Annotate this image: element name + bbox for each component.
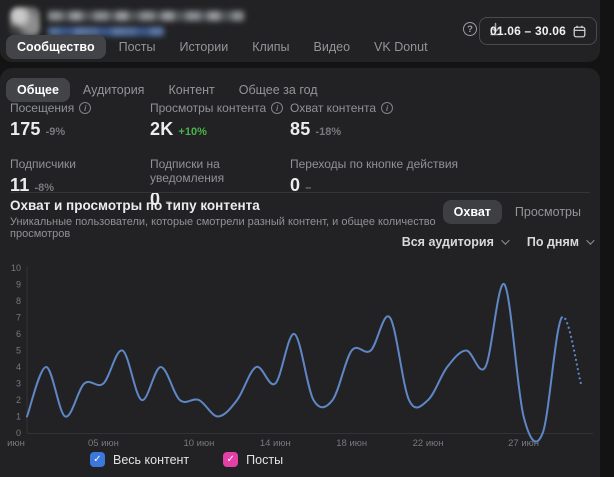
tab-posts[interactable]: Посты	[108, 35, 167, 59]
stat-content-views: Просмотры контента i 2K +10%	[150, 101, 290, 140]
tab-general[interactable]: Общее	[6, 78, 70, 102]
divider	[10, 192, 590, 193]
svg-text:3: 3	[16, 379, 21, 389]
reach-views-toggle: Охват Просмотры	[443, 200, 592, 224]
stat-value: 2K	[150, 119, 173, 140]
stat-label: Переходы по кнопке действия	[290, 157, 458, 171]
legend-item-posts[interactable]: ✓ Посты	[223, 452, 283, 467]
svg-text:7: 7	[16, 313, 21, 323]
checkbox-posts[interactable]: ✓	[223, 452, 238, 467]
stat-content-reach: Охват контента i 85 -18%	[290, 101, 594, 140]
header-card: ? 01.06 – 30.06 Сообщество Посты Истории…	[0, 0, 600, 62]
stat-label: Посещения	[10, 101, 74, 115]
granularity-filter-dropdown[interactable]: По дням	[527, 235, 592, 249]
tab-vk-donut[interactable]: VK Donut	[363, 35, 439, 59]
tab-community[interactable]: Сообщество	[6, 35, 106, 59]
tab-audience[interactable]: Аудитория	[72, 78, 156, 102]
tab-content[interactable]: Контент	[157, 78, 225, 102]
main-tabs: Сообщество Посты Истории Клипы Видео VK …	[6, 35, 439, 59]
svg-text:8: 8	[16, 296, 21, 306]
chart-filters: Вся аудитория По дням	[402, 235, 592, 249]
stats-card: Общее Аудитория Контент Общее за год Пос…	[0, 68, 600, 477]
community-title-blurred[interactable]	[48, 11, 244, 21]
legend-label: Посты	[246, 453, 283, 467]
tab-stories[interactable]: Истории	[169, 35, 240, 59]
tab-year-general[interactable]: Общее за год	[228, 78, 329, 102]
toggle-reach[interactable]: Охват	[443, 200, 502, 224]
stat-visits: Посещения i 175 -9%	[10, 101, 150, 140]
svg-text:0: 0	[16, 428, 21, 438]
stat-label: Подписчики	[10, 157, 76, 171]
svg-text:4: 4	[16, 362, 21, 372]
svg-text:18 июн: 18 июн	[336, 438, 367, 449]
stat-value: 85	[290, 119, 310, 140]
calendar-icon	[573, 25, 586, 38]
toggle-views[interactable]: Просмотры	[504, 200, 592, 224]
info-icon[interactable]: i	[381, 102, 393, 114]
tab-video[interactable]: Видео	[303, 35, 362, 59]
checkbox-all-content[interactable]: ✓	[90, 452, 105, 467]
stat-label: Охват контента	[290, 101, 376, 115]
chart-legend: ✓ Весь контент ✓ Посты	[90, 452, 283, 467]
svg-text:июн: июн	[7, 438, 25, 449]
stat-label: Просмотры контента	[150, 101, 266, 115]
stat-delta: -9%	[46, 126, 66, 138]
svg-text:14 июн: 14 июн	[260, 438, 291, 449]
line-chart: 0 1 2 3 4 5 6 7 8 9 10 июн 05 июн 10 июн 14 июн 18 июн 2…	[2, 262, 596, 452]
community-avatar-blurred[interactable]	[10, 7, 40, 37]
svg-text:5: 5	[16, 346, 21, 356]
chevron-down-icon	[501, 236, 509, 244]
section-subtitle: Уникальные пользователи, которые смотрел…	[10, 216, 450, 240]
svg-text:6: 6	[16, 329, 21, 339]
date-range-button[interactable]: 01.06 – 30.06	[479, 17, 597, 45]
svg-text:10 июн: 10 июн	[183, 438, 214, 449]
audience-filter-dropdown[interactable]: Вся аудитория	[402, 235, 507, 249]
granularity-filter-label: По дням	[527, 235, 579, 249]
info-icon[interactable]: i	[271, 102, 283, 114]
section-title: Охват и просмотры по типу контента	[10, 198, 260, 213]
svg-text:27 июн: 27 июн	[508, 438, 539, 449]
stat-value: 175	[10, 119, 41, 140]
help-icon[interactable]: ?	[463, 22, 477, 36]
svg-text:22 июн: 22 июн	[413, 438, 444, 449]
svg-text:10: 10	[11, 263, 21, 273]
audience-filter-label: Вся аудитория	[402, 235, 494, 249]
legend-item-all-content[interactable]: ✓ Весь контент	[90, 452, 189, 467]
svg-text:2: 2	[16, 395, 21, 405]
stat-delta: -18%	[315, 126, 341, 138]
date-range-label: 01.06 – 30.06	[490, 24, 566, 38]
legend-label: Весь контент	[113, 453, 189, 467]
tab-clips[interactable]: Клипы	[241, 35, 300, 59]
chevron-down-icon	[586, 236, 594, 244]
svg-text:1: 1	[16, 412, 21, 422]
stat-delta: +10%	[178, 126, 206, 138]
stats-tabs: Общее Аудитория Контент Общее за год	[6, 78, 329, 102]
svg-text:05 июн: 05 июн	[88, 438, 119, 449]
stats-grid: Посещения i 175 -9% Просмотры контента i 2K…	[10, 101, 594, 210]
info-icon[interactable]: i	[79, 102, 91, 114]
stat-label: Подписки на уведомления	[150, 157, 290, 185]
svg-text:9: 9	[16, 280, 21, 290]
